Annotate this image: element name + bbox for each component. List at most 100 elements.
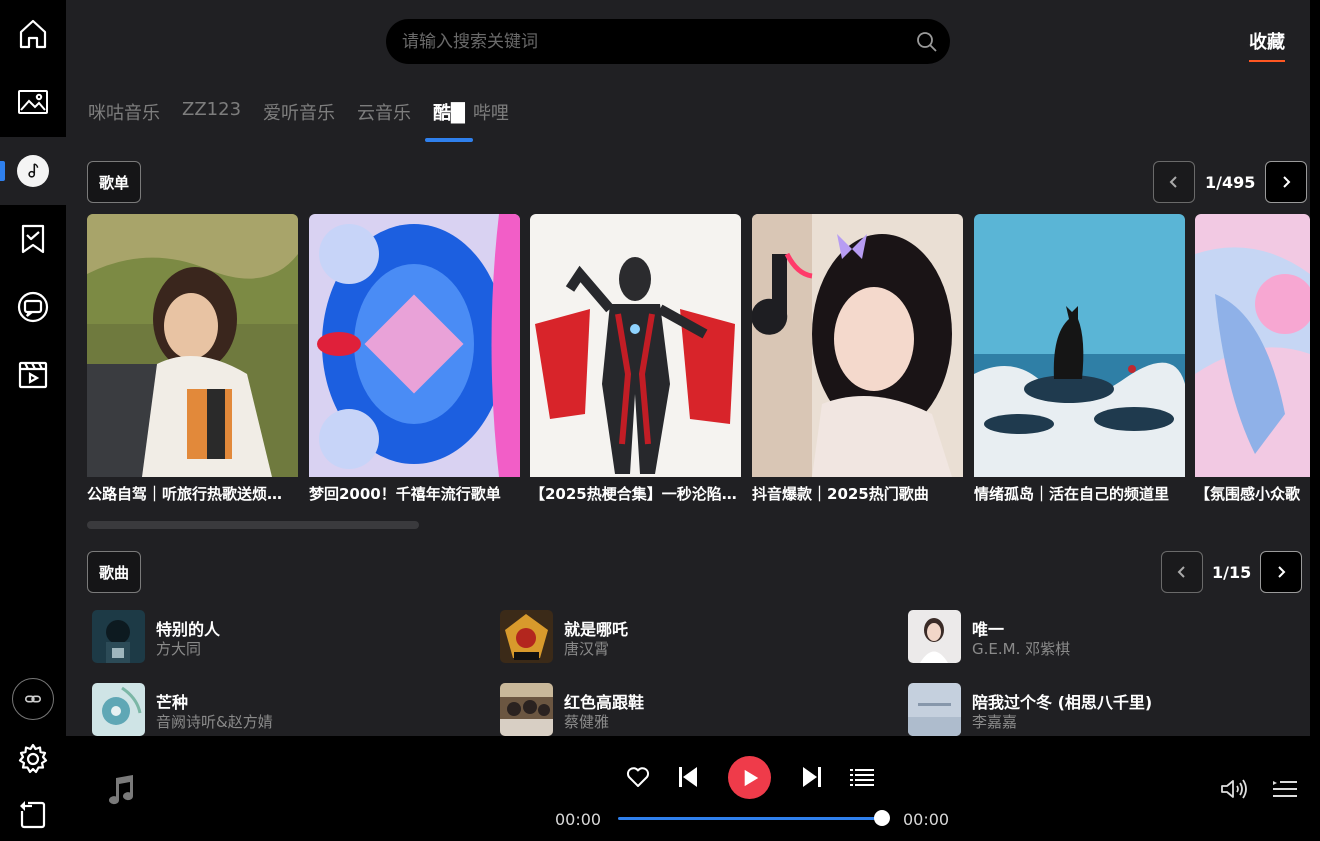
video-icon: [18, 361, 48, 389]
song-item[interactable]: 陪我过个冬 (相思八千里) 李嘉嘉: [908, 683, 1288, 736]
playlist-card[interactable]: 【氛围感小众歌: [1195, 214, 1310, 504]
chevron-left-icon: [1169, 176, 1177, 188]
song-item[interactable]: 芒种 音阙诗听&赵方婧: [92, 683, 472, 736]
search-bar: [386, 19, 950, 64]
sidebar-item-bookmarks[interactable]: [0, 205, 66, 273]
song-cover: [908, 683, 961, 736]
song-cover: [908, 610, 961, 663]
music-note-icon: [17, 155, 49, 187]
playlist-cover: [1195, 214, 1310, 477]
favorites-link[interactable]: 收藏: [1249, 28, 1285, 62]
play-icon: [744, 769, 759, 786]
playlists-prev-button[interactable]: [1153, 161, 1195, 203]
main-panel: 收藏 咪咕音乐 ZZ123 爱听音乐 云音乐 酷█ 哔哩 歌单 1/495: [66, 0, 1310, 736]
tab-ku[interactable]: 酷█: [425, 99, 473, 142]
song-title: 芒种: [156, 693, 189, 712]
sidebar-item-images[interactable]: [0, 68, 66, 136]
tab-aiting[interactable]: 爱听音乐: [263, 99, 335, 129]
gear-icon: [18, 743, 48, 774]
song-cover: [92, 610, 145, 663]
link-logo-icon[interactable]: [12, 678, 54, 720]
song-artist: 方大同: [156, 640, 202, 658]
playlist-cover: [309, 214, 520, 477]
playlist-scrollbar[interactable]: [87, 521, 419, 529]
progress-knob[interactable]: [874, 810, 890, 826]
playlist-title: 情绪孤岛｜活在自己的频道里: [974, 485, 1170, 503]
tab-bili[interactable]: 哔哩: [473, 99, 509, 129]
player-bar: 00:00 00:00: [66, 736, 1320, 841]
chevron-left-icon: [1177, 566, 1185, 578]
sidebar-item-home[interactable]: [0, 0, 66, 68]
song-item[interactable]: 就是哪吒 唐汉霄: [500, 610, 880, 664]
tab-zz123[interactable]: ZZ123: [182, 99, 241, 129]
sidebar-item-export[interactable]: [0, 780, 66, 841]
sidebar-item-chat[interactable]: [0, 273, 66, 341]
chevron-right-icon: [1283, 176, 1291, 188]
playlists-section-label: 歌单: [87, 161, 142, 203]
playlist-cover: [530, 214, 741, 477]
song-title: 就是哪吒: [564, 620, 629, 639]
bookmark-icon: [21, 224, 45, 254]
playlist-card[interactable]: 抖音爆款｜2025热门歌曲: [752, 214, 963, 504]
song-cover: [92, 683, 145, 736]
playlist-card[interactable]: 情绪孤岛｜活在自己的频道里: [974, 214, 1185, 504]
chat-icon: [17, 291, 49, 323]
heart-icon[interactable]: [626, 766, 650, 788]
search-input[interactable]: [402, 19, 902, 64]
song-artist: G.E.M. 邓紫棋: [972, 640, 1071, 658]
playlists-page-indicator: 1/495: [1205, 172, 1256, 192]
playlist-card[interactable]: 公路自驾｜听旅行热歌送烦…: [87, 214, 298, 504]
playlist-title: 【2025热梗合集】一秒沦陷…: [530, 485, 737, 503]
sidebar-item-music[interactable]: [0, 137, 66, 205]
tab-yunyinyue[interactable]: 云音乐: [357, 99, 411, 129]
songs-prev-button[interactable]: [1161, 551, 1203, 593]
song-title: 唯一: [972, 620, 1005, 639]
songs-page-indicator: 1/15: [1212, 562, 1252, 582]
playlist-cover: [752, 214, 963, 477]
song-item[interactable]: 特别的人 方大同: [92, 610, 472, 664]
song-artist: 音阙诗听&赵方婧: [156, 713, 273, 731]
total-time: 00:00: [903, 810, 950, 829]
source-tabs: 咪咕音乐 ZZ123 爱听音乐 云音乐 酷█ 哔哩: [88, 99, 531, 142]
song-artist: 蔡健雅: [564, 713, 610, 731]
playlist-card[interactable]: 【2025热梗合集】一秒沦陷…: [530, 214, 741, 504]
volume-icon[interactable]: [1220, 778, 1248, 800]
songs-section-label: 歌曲: [87, 551, 142, 593]
progress-bar[interactable]: [618, 817, 882, 820]
play-button[interactable]: [728, 756, 771, 799]
playlist-card[interactable]: 梦回2000！千禧年流行歌单: [309, 214, 520, 504]
song-item[interactable]: 红色高跟鞋 蔡健雅: [500, 683, 880, 736]
song-cover: [500, 683, 553, 736]
song-item[interactable]: 唯一 G.E.M. 邓紫棋: [908, 610, 1288, 664]
music-notes-icon: [109, 775, 134, 805]
next-track-icon[interactable]: [802, 766, 822, 788]
playlist-cover: [974, 214, 1185, 477]
chevron-right-icon: [1278, 566, 1286, 578]
sidebar: [0, 0, 66, 841]
home-icon: [19, 19, 47, 49]
search-icon[interactable]: [916, 31, 938, 53]
playlist-title: 【氛围感小众歌: [1195, 485, 1301, 503]
song-title: 特别的人: [156, 620, 221, 639]
songs-next-button[interactable]: [1260, 551, 1303, 593]
previous-track-icon[interactable]: [678, 766, 698, 788]
playlists-pager: 1/495: [1153, 161, 1308, 203]
sidebar-item-video[interactable]: [0, 341, 66, 409]
tab-migu[interactable]: 咪咕音乐: [88, 99, 160, 129]
playlists-next-button[interactable]: [1265, 161, 1308, 203]
song-title: 红色高跟鞋: [564, 693, 645, 712]
playlist-carousel: 公路自驾｜听旅行热歌送烦… 梦回2000！千禧年流行歌单 【2025热梗合集】一…: [87, 214, 1310, 514]
image-icon: [18, 90, 48, 114]
playlist-title: 公路自驾｜听旅行热歌送烦…: [87, 485, 283, 503]
queue-icon[interactable]: [1272, 778, 1298, 800]
song-artist: 唐汉霄: [564, 640, 610, 658]
song-title: 陪我过个冬 (相思八千里): [972, 693, 1153, 712]
playlist-icon[interactable]: [850, 768, 874, 786]
playlist-title: 梦回2000！千禧年流行歌单: [309, 485, 501, 503]
song-cover: [500, 610, 553, 663]
current-time: 00:00: [555, 810, 602, 829]
playlist-title: 抖音爆款｜2025热门歌曲: [752, 485, 929, 503]
playlist-cover: [87, 214, 298, 477]
song-artist: 李嘉嘉: [972, 713, 1018, 731]
songs-pager: 1/15: [1161, 551, 1303, 593]
